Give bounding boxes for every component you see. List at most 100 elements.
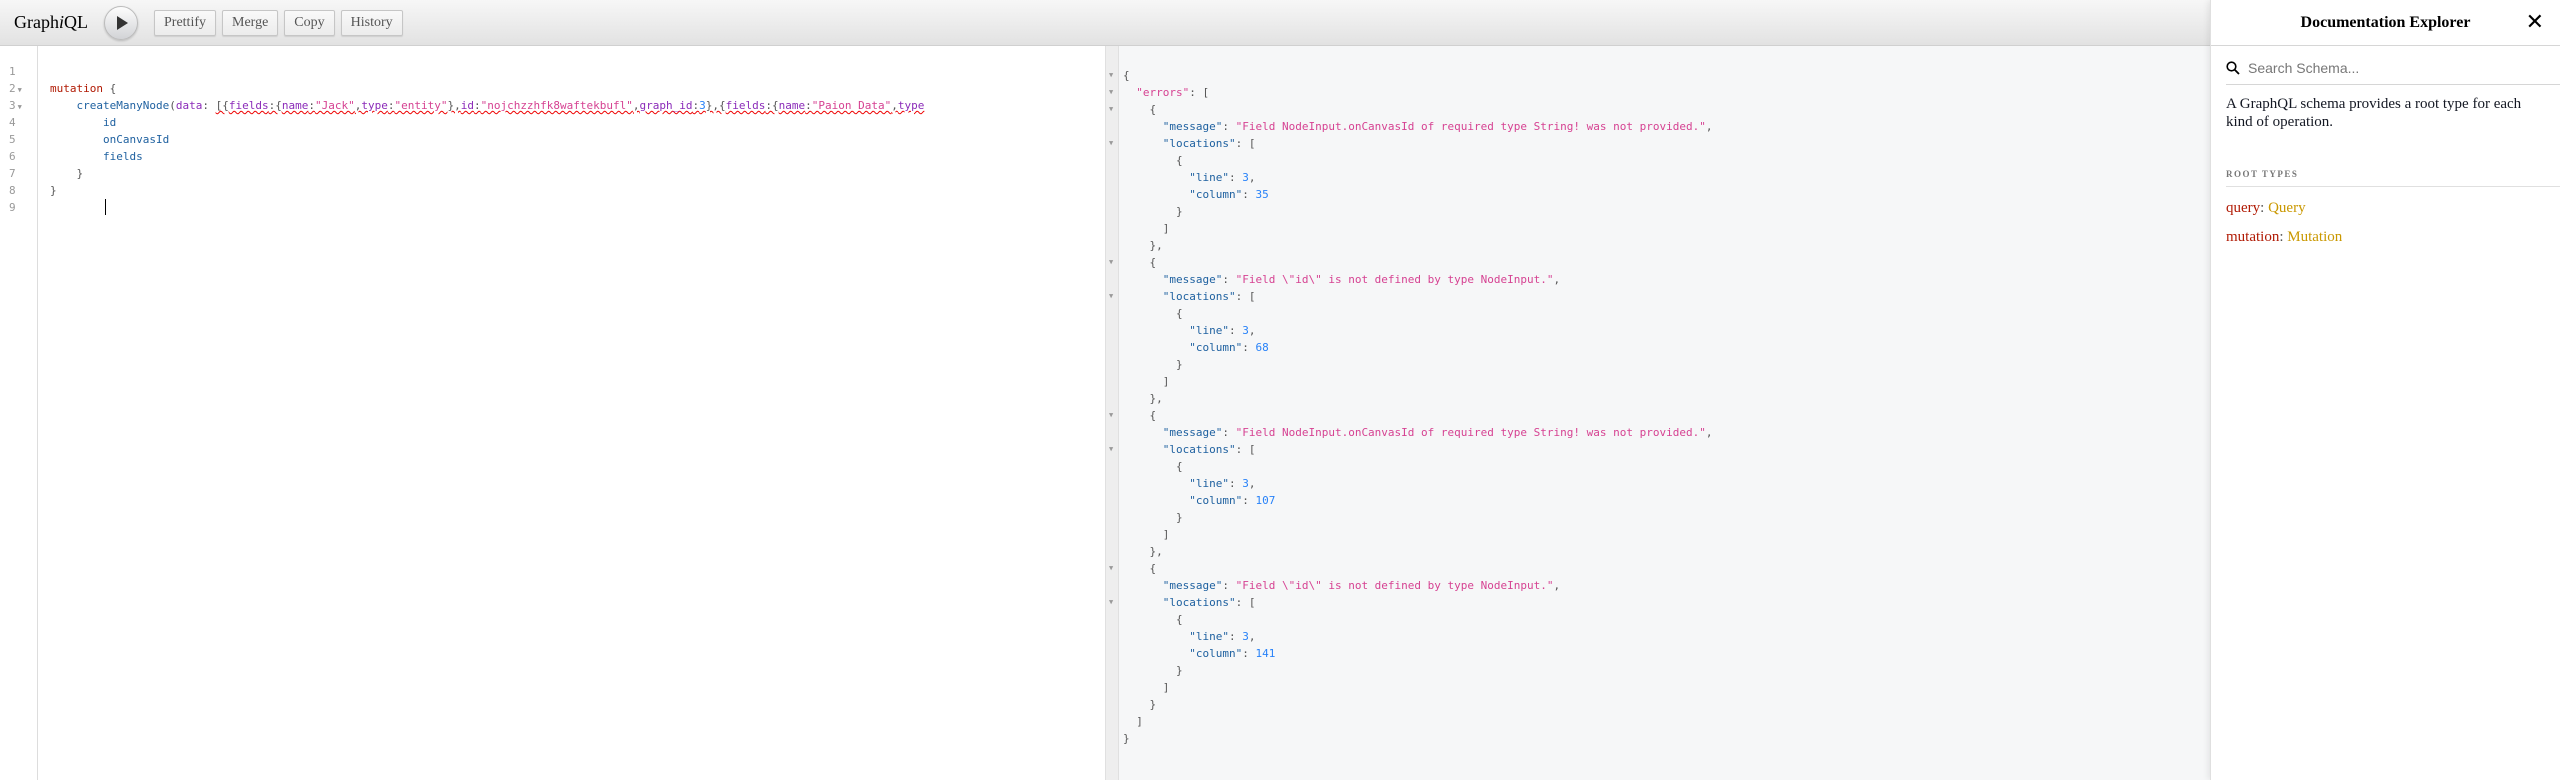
json-token: }, xyxy=(1149,392,1163,405)
code-token: { xyxy=(102,82,117,95)
result-line: "message": "Field NodeInput.onCanvasId o… xyxy=(1123,118,1713,135)
code-token: type xyxy=(897,99,925,112)
fold-arrow-icon[interactable]: ▼ xyxy=(1109,67,1113,84)
search-schema-input[interactable] xyxy=(2248,60,2528,76)
result-line: "locations": [ xyxy=(1123,441,1256,458)
code-line: mutation { xyxy=(50,80,116,97)
code-line: onCanvasId xyxy=(50,131,169,148)
json-token: "column" xyxy=(1189,341,1243,354)
json-token: 3 xyxy=(1242,630,1249,643)
json-token: : xyxy=(1242,494,1256,507)
fold-arrow-icon[interactable]: ▼ xyxy=(1109,101,1113,118)
json-token: } xyxy=(1175,205,1183,218)
json-token: "Field \"id\" is not defined by type Nod… xyxy=(1235,579,1554,592)
root-field-name: mutation xyxy=(2226,229,2280,245)
json-token: : [ xyxy=(1235,290,1256,303)
type-link-query[interactable]: Query xyxy=(2268,200,2306,216)
code-token: id xyxy=(102,116,117,129)
execute-query-button[interactable] xyxy=(104,5,138,40)
json-token: ] xyxy=(1162,222,1170,235)
result-line: "line": 3, xyxy=(1123,475,1255,492)
result-line: { xyxy=(1123,407,1157,424)
result-line: "column": 68 xyxy=(1123,339,1268,356)
json-token: : xyxy=(1222,579,1236,592)
json-token: { xyxy=(1123,69,1130,82)
history-button[interactable]: History xyxy=(340,9,403,36)
code-line: } xyxy=(50,165,84,182)
fold-arrow-icon[interactable]: ▼ xyxy=(1109,84,1113,101)
json-token: "locations" xyxy=(1162,596,1236,609)
result-line: ] xyxy=(1123,713,1143,730)
result-line: ] xyxy=(1123,220,1170,237)
fold-arrow-icon[interactable]: ▼ xyxy=(1109,441,1113,458)
result-line: "locations": [ xyxy=(1123,135,1256,152)
result-line: { xyxy=(1123,254,1157,271)
json-token: "column" xyxy=(1189,188,1243,201)
line-number: 2 ▼ xyxy=(9,82,22,95)
fold-arrow-icon[interactable]: ▼ xyxy=(1109,135,1113,152)
code-line: } xyxy=(50,182,57,199)
code-token: } xyxy=(50,184,57,197)
json-token: ] xyxy=(1136,715,1143,728)
type-link-mutation[interactable]: Mutation xyxy=(2287,229,2342,245)
fold-arrow-icon[interactable]: ▼ xyxy=(1109,288,1113,305)
close-icon[interactable]: ✕ xyxy=(2526,12,2544,34)
result-line: "line": 3, xyxy=(1123,322,1255,339)
result-line: }, xyxy=(1123,390,1163,407)
copy-button[interactable]: Copy xyxy=(284,9,335,36)
result-line: "column": 35 xyxy=(1123,186,1268,203)
code-token: },{ xyxy=(705,99,726,112)
code-token: }, xyxy=(447,99,461,112)
root-type-query: query: Query xyxy=(2226,200,2306,216)
result-line: { xyxy=(1123,458,1183,475)
code-token: "Paion Data" xyxy=(811,99,892,112)
json-token: } xyxy=(1123,732,1130,745)
fold-arrow-icon[interactable]: ▼ xyxy=(1109,560,1113,577)
prettify-button[interactable]: Prettify xyxy=(154,9,216,36)
code-token: 3 xyxy=(699,99,706,112)
fold-arrow-icon[interactable]: ▼ xyxy=(1109,254,1113,271)
fold-arrow-icon[interactable]: ▼ xyxy=(1109,594,1113,611)
json-token: , xyxy=(1248,477,1256,490)
code-token: name xyxy=(281,99,309,112)
text-cursor xyxy=(105,199,106,215)
json-token: { xyxy=(1175,307,1183,320)
json-token: { xyxy=(1149,103,1157,116)
code-token: fields xyxy=(102,150,143,163)
code-line: createManyNode(data: [{fields:{name:"Jac… xyxy=(50,97,925,114)
line-number: 5 xyxy=(9,133,16,146)
fold-arrow-icon[interactable]: ▼ xyxy=(18,86,22,94)
json-token: "Field NodeInput.onCanvasId of required … xyxy=(1235,120,1706,133)
merge-button[interactable]: Merge xyxy=(222,9,279,36)
json-token: "message" xyxy=(1162,426,1223,439)
fold-arrow-icon[interactable]: ▼ xyxy=(1109,407,1113,424)
json-token: }, xyxy=(1149,545,1163,558)
docs-title: Documentation Explorer xyxy=(2300,13,2471,31)
code-token: graph_id xyxy=(639,99,693,112)
code-token: :{ xyxy=(765,99,779,112)
result-line: ] xyxy=(1123,526,1170,543)
root-field-name: query xyxy=(2226,200,2261,216)
query-editor[interactable]: 1 2 ▼ mutation {3 ▼ createManyNode(data: [{f… xyxy=(0,46,1105,780)
fold-arrow-icon[interactable]: ▼ xyxy=(18,103,22,111)
code-token: data xyxy=(175,99,203,112)
code-token: name xyxy=(778,99,806,112)
json-token: : xyxy=(1228,477,1243,490)
documentation-explorer: Documentation Explorer ✕ A GraphQL schem… xyxy=(2210,0,2560,780)
code-token: : xyxy=(202,99,216,112)
